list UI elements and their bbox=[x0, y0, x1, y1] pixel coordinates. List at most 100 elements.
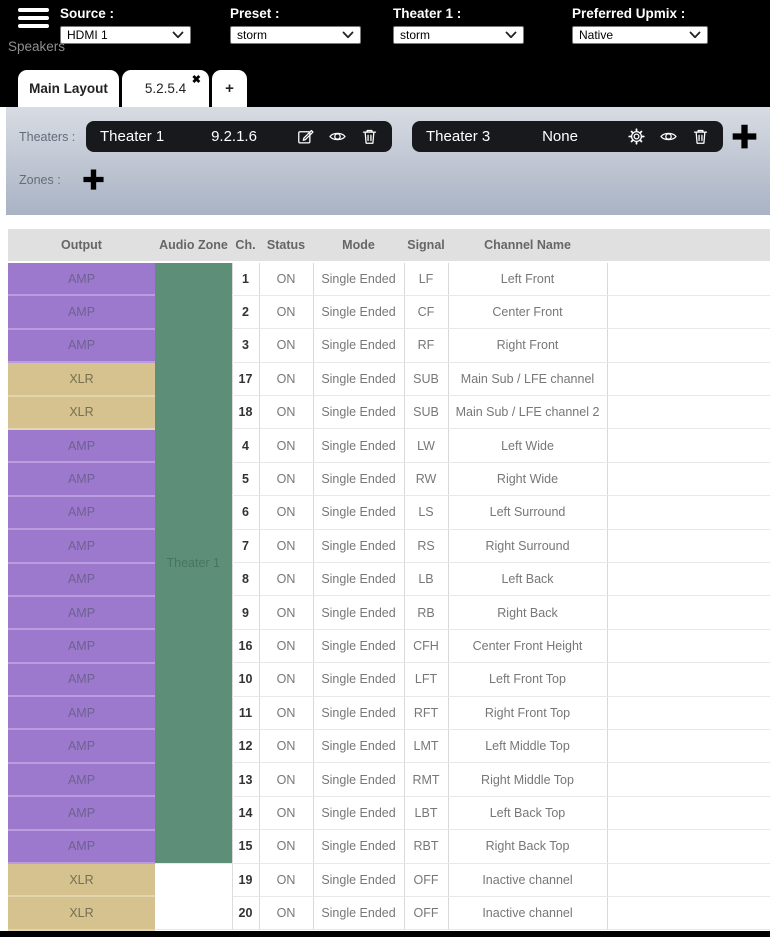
table-row[interactable]: AMP15ONSingle EndedRBTRight Back Top bbox=[8, 830, 770, 863]
table-row[interactable]: AMP7ONSingle EndedRSRight Surround bbox=[8, 529, 770, 562]
upmix-select[interactable]: Native bbox=[572, 26, 708, 44]
trash-icon[interactable] bbox=[691, 127, 710, 146]
source-select[interactable]: HDMI 1 bbox=[60, 26, 191, 44]
theaters-label: Theaters : bbox=[19, 130, 86, 144]
table-row[interactable]: XLR20ONSingle EndedOFFInactive channel bbox=[8, 896, 770, 929]
plus-icon bbox=[731, 123, 758, 150]
output-cell: AMP bbox=[8, 262, 155, 295]
signal-cell: RS bbox=[404, 529, 448, 562]
tab-main-layout[interactable]: Main Layout bbox=[18, 70, 119, 107]
upmix-label: Preferred Upmix : bbox=[572, 6, 708, 21]
table-row[interactable]: AMP9ONSingle EndedRBRight Back bbox=[8, 596, 770, 629]
tab-5254[interactable]: 5.2.5.4 ✖ bbox=[122, 70, 209, 107]
table-row[interactable]: AMP12ONSingle EndedLMTLeft Middle Top bbox=[8, 729, 770, 762]
audio-zone-cell: Theater 1 bbox=[155, 262, 232, 863]
table-row[interactable]: AMP3ONSingle EndedRFRight Front bbox=[8, 329, 770, 362]
preset-select[interactable]: storm bbox=[230, 26, 361, 44]
eye-icon[interactable] bbox=[328, 127, 347, 146]
theater-actions bbox=[627, 127, 723, 146]
source-label: Source : bbox=[60, 6, 191, 21]
mode-cell: Single Ended bbox=[313, 763, 404, 796]
table-row[interactable]: AMP8ONSingle EndedLBLeft Back bbox=[8, 563, 770, 596]
hamburger-menu-icon[interactable] bbox=[18, 8, 49, 32]
mode-cell: Single Ended bbox=[313, 362, 404, 395]
status-cell: ON bbox=[259, 629, 313, 662]
channel-name-cell: Right Front bbox=[448, 329, 607, 362]
gear-icon[interactable] bbox=[627, 127, 646, 146]
output-cell: AMP bbox=[8, 796, 155, 829]
theater-select[interactable]: storm bbox=[393, 26, 524, 44]
edit-icon[interactable] bbox=[296, 127, 315, 146]
theater-label: Theater 1 : bbox=[393, 6, 524, 21]
table-row[interactable]: XLR17ONSingle EndedSUBMain Sub / LFE cha… bbox=[8, 362, 770, 395]
empty-cell bbox=[607, 830, 770, 863]
trash-icon[interactable] bbox=[360, 127, 379, 146]
chevron-down-icon bbox=[689, 31, 701, 39]
status-cell: ON bbox=[259, 863, 313, 896]
status-cell: ON bbox=[259, 329, 313, 362]
empty-cell bbox=[607, 729, 770, 762]
channels-table-container: OutputAudio ZoneCh.StatusModeSignalChann… bbox=[8, 229, 770, 931]
preset-select-group: Preset : storm bbox=[230, 6, 361, 44]
channel-number-cell: 18 bbox=[232, 396, 259, 429]
channel-name-cell: Left Back bbox=[448, 563, 607, 596]
channel-name-cell: Left Middle Top bbox=[448, 729, 607, 762]
table-row[interactable]: AMP16ONSingle EndedCFHCenter Front Heigh… bbox=[8, 629, 770, 662]
signal-cell: LS bbox=[404, 496, 448, 529]
mode-cell: Single Ended bbox=[313, 629, 404, 662]
chevron-down-icon bbox=[505, 31, 517, 39]
theater-3-pill[interactable]: Theater 3 None bbox=[412, 121, 723, 152]
preset-label: Preset : bbox=[230, 6, 361, 21]
mode-cell: Single Ended bbox=[313, 262, 404, 295]
theater-name: Theater 3 bbox=[426, 128, 514, 145]
table-row[interactable]: AMP4ONSingle EndedLWLeft Wide bbox=[8, 429, 770, 462]
table-row[interactable]: AMPTheater 11ONSingle EndedLFLeft Front bbox=[8, 262, 770, 295]
channel-name-cell: Right Wide bbox=[448, 462, 607, 495]
add-tab-button[interactable]: + bbox=[212, 70, 247, 107]
signal-cell: SUB bbox=[404, 362, 448, 395]
table-row[interactable]: AMP14ONSingle EndedLBTLeft Back Top bbox=[8, 796, 770, 829]
table-row[interactable]: AMP2ONSingle EndedCFCenter Front bbox=[8, 295, 770, 328]
add-zone-button[interactable] bbox=[82, 168, 105, 191]
tab-label: Main Layout bbox=[29, 81, 108, 96]
signal-cell: RF bbox=[404, 329, 448, 362]
theaters-row: Theaters : Theater 1 9.2.1.6 bbox=[19, 121, 762, 152]
mode-cell: Single Ended bbox=[313, 429, 404, 462]
table-row[interactable]: AMP6ONSingle EndedLSLeft Surround bbox=[8, 496, 770, 529]
close-icon[interactable]: ✖ bbox=[192, 73, 201, 86]
mode-cell: Single Ended bbox=[313, 529, 404, 562]
output-cell: AMP bbox=[8, 629, 155, 662]
empty-cell bbox=[607, 796, 770, 829]
empty-cell bbox=[607, 596, 770, 629]
table-row[interactable]: AMP10ONSingle EndedLFTLeft Front Top bbox=[8, 663, 770, 696]
channel-number-cell: 17 bbox=[232, 362, 259, 395]
output-cell: AMP bbox=[8, 429, 155, 462]
add-theater-button[interactable] bbox=[731, 123, 758, 150]
column-header: Status bbox=[259, 229, 313, 262]
channel-name-cell: Main Sub / LFE channel 2 bbox=[448, 396, 607, 429]
output-cell: AMP bbox=[8, 563, 155, 596]
mode-cell: Single Ended bbox=[313, 863, 404, 896]
theater-1-pill[interactable]: Theater 1 9.2.1.6 bbox=[86, 121, 392, 152]
eye-icon[interactable] bbox=[659, 127, 678, 146]
table-row[interactable]: AMP13ONSingle EndedRMTRight Middle Top bbox=[8, 763, 770, 796]
status-cell: ON bbox=[259, 496, 313, 529]
empty-cell bbox=[607, 629, 770, 662]
status-cell: ON bbox=[259, 596, 313, 629]
channel-name-cell: Left Surround bbox=[448, 496, 607, 529]
channel-number-cell: 15 bbox=[232, 830, 259, 863]
table-row[interactable]: AMP5ONSingle EndedRWRight Wide bbox=[8, 462, 770, 495]
channel-number-cell: 7 bbox=[232, 529, 259, 562]
table-row[interactable]: XLR18ONSingle EndedSUBMain Sub / LFE cha… bbox=[8, 396, 770, 429]
channel-number-cell: 4 bbox=[232, 429, 259, 462]
table-row[interactable]: AMP11ONSingle EndedRFTRight Front Top bbox=[8, 696, 770, 729]
empty-cell bbox=[607, 563, 770, 596]
table-row[interactable]: XLR19ONSingle EndedOFFInactive channel bbox=[8, 863, 770, 896]
empty-cell bbox=[607, 362, 770, 395]
empty-cell bbox=[607, 863, 770, 896]
empty-cell bbox=[607, 896, 770, 929]
channel-number-cell: 10 bbox=[232, 663, 259, 696]
mode-cell: Single Ended bbox=[313, 729, 404, 762]
source-select-group: Source : HDMI 1 bbox=[60, 6, 191, 44]
channel-number-cell: 3 bbox=[232, 329, 259, 362]
